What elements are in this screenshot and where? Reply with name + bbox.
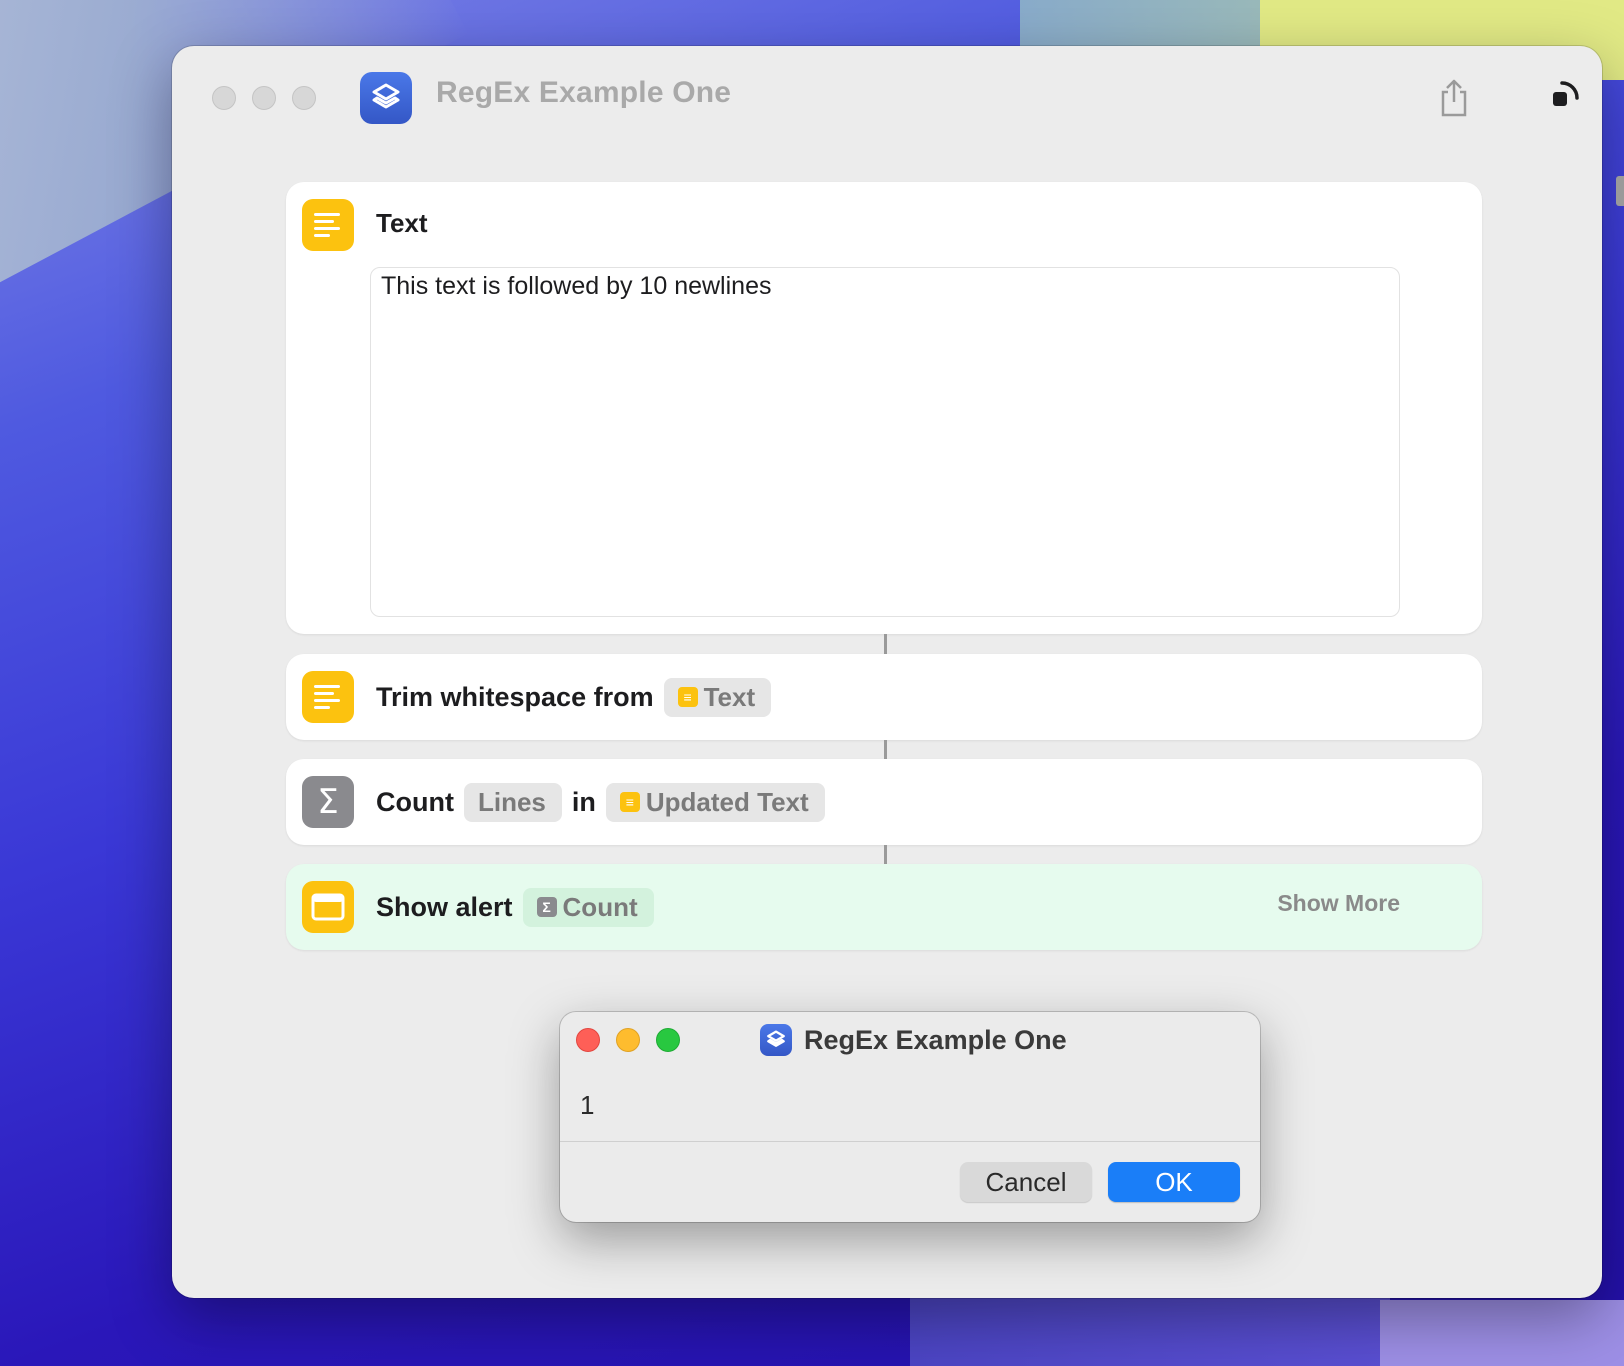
dialog-title-group: RegEx Example One	[760, 1022, 1067, 1058]
close-button[interactable]	[212, 86, 236, 110]
cancel-button[interactable]: Cancel	[960, 1162, 1092, 1202]
text-action-title: Text	[376, 208, 428, 238]
show-more-button[interactable]: Show More	[1277, 890, 1400, 917]
wallpaper-band	[1380, 1300, 1624, 1366]
count-connector-word: in	[571, 786, 596, 817]
text-variable-token[interactable]: ≡ Text	[663, 677, 772, 717]
dialog-zoom-button[interactable]	[656, 1028, 680, 1052]
token-label: Count	[562, 891, 638, 922]
count-variable-token[interactable]: Σ Count	[522, 887, 654, 927]
dialog-message: 1	[580, 1090, 595, 1120]
window-icon	[302, 881, 354, 933]
text-lines-icon: ≡	[619, 792, 640, 812]
text-lines-icon	[302, 199, 354, 251]
zoom-button[interactable]	[292, 86, 316, 110]
count-unit-token[interactable]: Lines	[463, 782, 562, 822]
show-alert-action-card[interactable]: Show alert Σ Count Show More	[286, 864, 1482, 950]
action-connector	[884, 740, 887, 759]
dialog-title: RegEx Example One	[804, 1024, 1067, 1055]
updated-text-variable-token[interactable]: ≡ Updated Text	[605, 782, 825, 822]
share-button[interactable]	[1434, 76, 1474, 120]
shortcuts-app-icon	[360, 72, 412, 124]
trim-whitespace-action-card[interactable]: Trim whitespace from ≡ Text	[286, 654, 1482, 740]
share-icon	[1441, 79, 1467, 117]
shortcuts-app-icon	[760, 1024, 792, 1056]
action-connector	[884, 845, 887, 864]
trim-action-label: Trim whitespace from	[376, 681, 654, 712]
window-title: RegEx Example One	[436, 76, 732, 109]
window-titlebar: RegEx Example One	[172, 46, 1602, 146]
text-action-card[interactable]: Text This text is followed by 10 newline…	[286, 182, 1482, 634]
count-action-label: Count	[376, 786, 454, 817]
alert-action-row: Show alert Σ Count	[376, 864, 654, 950]
token-label: Text	[703, 681, 756, 712]
dialog-divider	[560, 1141, 1260, 1142]
dialog-minimize-button[interactable]	[616, 1028, 640, 1052]
wallpaper-band	[910, 1290, 1390, 1366]
alert-action-label: Show alert	[376, 891, 513, 922]
sigma-icon: Σ	[536, 897, 557, 917]
text-lines-icon	[302, 671, 354, 723]
alert-dialog: RegEx Example One 1 Cancel OK	[560, 1012, 1260, 1222]
trim-action-row: Trim whitespace from ≡ Text	[376, 654, 772, 740]
token-label: Lines	[477, 786, 546, 817]
window-edge-handle	[1616, 176, 1624, 206]
action-connector	[884, 634, 887, 654]
count-action-row: Count Lines in ≡ Updated Text	[376, 759, 825, 845]
token-label: Updated Text	[645, 786, 809, 817]
minimize-button[interactable]	[252, 86, 276, 110]
dialog-close-button[interactable]	[576, 1028, 600, 1052]
text-lines-icon: ≡	[677, 687, 698, 707]
ok-button[interactable]: OK	[1108, 1162, 1240, 1202]
desktop-wallpaper: RegEx Example One Text This text is foll…	[0, 0, 1624, 1366]
stop-running-icon	[1553, 81, 1579, 106]
sigma-icon: Σ	[302, 776, 354, 828]
run-stop-button[interactable]	[1540, 76, 1584, 120]
count-action-card[interactable]: Σ Count Lines in ≡ Updated Text	[286, 759, 1482, 845]
text-content-field[interactable]: This text is followed by 10 newlines	[370, 267, 1400, 617]
